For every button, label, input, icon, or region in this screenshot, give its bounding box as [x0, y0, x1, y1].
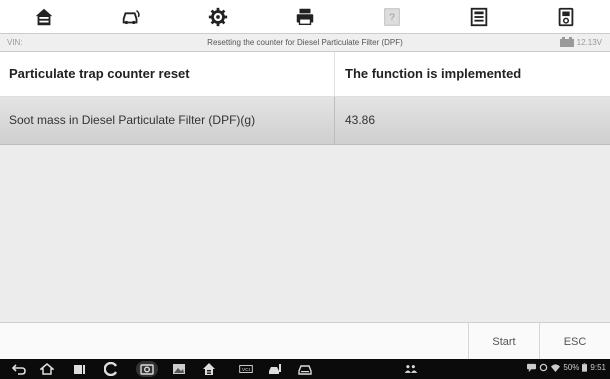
print-button[interactable] [261, 0, 348, 33]
save-data-button[interactable] [436, 0, 523, 33]
sync-icon [540, 363, 548, 372]
system-nav-bar: VCI 50% 9:51 [0, 359, 610, 379]
datalogging-button[interactable] [523, 0, 610, 33]
home-icon [35, 8, 52, 25]
maxisys-home-icon [203, 363, 215, 375]
shop-manager-button[interactable] [268, 362, 282, 376]
svg-text:?: ? [389, 12, 395, 23]
header-status-cell: The function is implemented [345, 66, 522, 81]
recent-apps-icon [74, 365, 85, 374]
home-nav-icon [40, 363, 54, 375]
column-divider [334, 52, 335, 96]
column-divider [334, 97, 335, 144]
browser-icon [104, 362, 118, 376]
vci-button[interactable]: VCI [236, 362, 256, 376]
wifi-icon [551, 364, 561, 372]
start-button[interactable]: Start [468, 323, 539, 360]
row-parameter-name: Soot mass in Diesel Particulate Filter (… [9, 113, 256, 127]
recent-apps-button[interactable] [73, 362, 87, 376]
function-footer: Start ESC [0, 322, 610, 360]
table-header: Particulate trap counter reset The funct… [0, 52, 610, 97]
back-icon [12, 364, 26, 375]
clock: 9:51 [590, 363, 606, 372]
info-bar: VIN: Resetting the counter for Diesel Pa… [0, 33, 610, 52]
table-row[interactable]: Soot mass in Diesel Particulate Filter (… [0, 97, 610, 145]
datalogging-icon [559, 7, 574, 26]
voltage-value: 12.13V [576, 37, 602, 47]
vci-icon: VCI [239, 365, 253, 373]
car-icon [298, 365, 312, 375]
car-wrench-icon [269, 364, 281, 374]
vehicle-swap-button[interactable] [87, 0, 174, 33]
gallery-icon [173, 364, 185, 374]
settings-button[interactable] [174, 0, 261, 33]
save-data-icon [471, 7, 488, 26]
svg-text:VCI: VCI [242, 367, 250, 373]
settings-gear-icon [208, 7, 228, 26]
chat-icon [527, 363, 537, 372]
maxisys-home-button[interactable] [202, 362, 216, 376]
print-icon [296, 8, 314, 25]
battery-percent: 50% [563, 363, 580, 372]
help-button[interactable]: ? [349, 0, 436, 33]
gallery-button[interactable] [172, 362, 186, 376]
function-title: Resetting the counter for Diesel Particu… [207, 38, 403, 47]
header-name-cell: Particulate trap counter reset [9, 66, 190, 81]
content-area [0, 145, 610, 322]
esc-button[interactable]: ESC [539, 323, 610, 360]
browser-button[interactable] [104, 362, 118, 376]
vehicle-button[interactable] [298, 362, 312, 376]
row-parameter-value: 43.86 [345, 113, 376, 127]
top-toolbar: ? [0, 0, 610, 33]
remote-expert-icon [404, 365, 418, 373]
system-status-area: 50% 9:51 [527, 363, 606, 372]
battery-voltage: 12.13V [559, 37, 602, 47]
back-button[interactable] [12, 362, 26, 376]
camera-button[interactable] [136, 361, 158, 377]
home-nav-button[interactable] [40, 362, 54, 376]
vehicle-swap-icon [122, 9, 140, 24]
battery-icon [582, 363, 588, 372]
home-button[interactable] [0, 0, 87, 33]
car-battery-icon [559, 37, 574, 47]
help-icon: ? [384, 7, 400, 26]
camera-icon [140, 364, 154, 375]
remote-expert-button[interactable] [402, 362, 420, 376]
